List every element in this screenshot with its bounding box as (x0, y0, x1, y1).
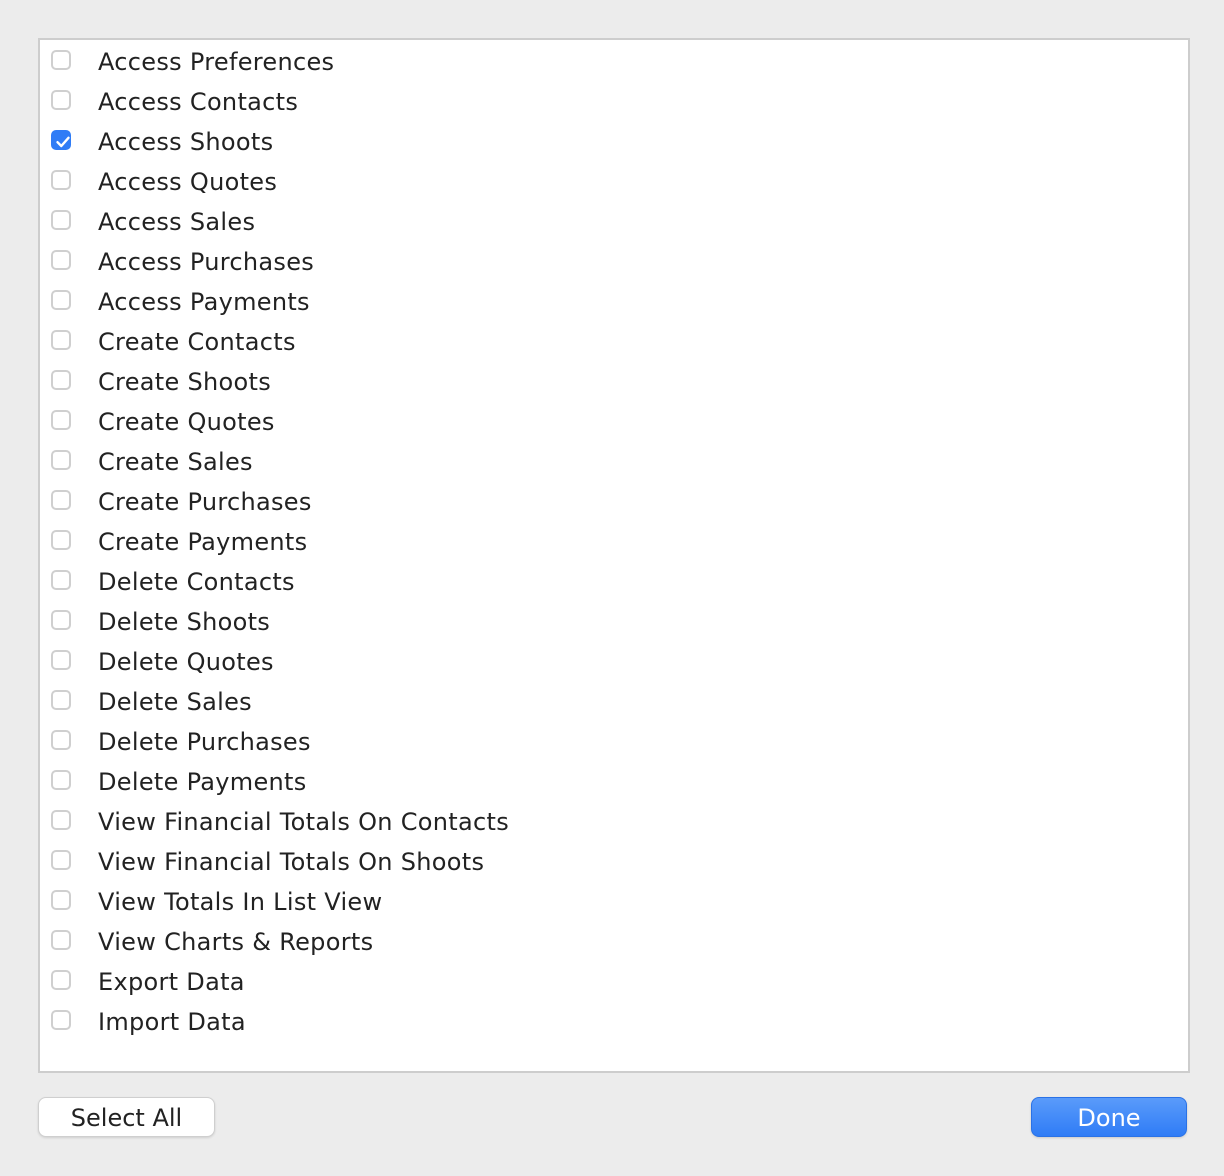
permission-row[interactable]: Create Purchases (40, 481, 1188, 521)
permission-row[interactable]: Create Sales (40, 441, 1188, 481)
permission-label: Delete Contacts (98, 568, 295, 596)
permission-label: Create Sales (98, 448, 253, 476)
checkbox-unchecked[interactable] (51, 690, 71, 710)
checkbox-unchecked[interactable] (51, 210, 71, 230)
permission-row[interactable]: View Financial Totals On Shoots (40, 841, 1188, 881)
permission-label: Create Shoots (98, 368, 272, 396)
checkbox-unchecked[interactable] (51, 90, 71, 110)
permission-label: Access Payments (98, 288, 310, 316)
checkbox-unchecked[interactable] (51, 490, 71, 510)
checkbox-unchecked[interactable] (51, 650, 71, 670)
permission-label: Delete Payments (98, 768, 307, 796)
permission-row[interactable]: Create Payments (40, 521, 1188, 561)
permission-row[interactable]: Export Data (40, 961, 1188, 1001)
checkbox-unchecked[interactable] (51, 930, 71, 950)
permission-label: Export Data (98, 968, 245, 996)
checkbox-unchecked[interactable] (51, 770, 71, 790)
permission-label: Access Purchases (98, 248, 315, 276)
checkbox-unchecked[interactable] (51, 1010, 71, 1030)
permission-label: View Financial Totals On Shoots (98, 848, 485, 876)
checkbox-unchecked[interactable] (51, 530, 71, 550)
permission-label: Delete Shoots (98, 608, 271, 636)
checkbox-unchecked[interactable] (51, 290, 71, 310)
checkbox-unchecked[interactable] (51, 890, 71, 910)
checkbox-unchecked[interactable] (51, 250, 71, 270)
checkbox-unchecked[interactable] (51, 730, 71, 750)
permission-row[interactable]: Access Quotes (40, 161, 1188, 201)
checkbox-unchecked[interactable] (51, 370, 71, 390)
checkbox-unchecked[interactable] (51, 610, 71, 630)
checkbox-unchecked[interactable] (51, 170, 71, 190)
checkbox-unchecked[interactable] (51, 970, 71, 990)
permission-row[interactable]: Access Payments (40, 281, 1188, 321)
permission-label: Access Contacts (98, 88, 299, 116)
permission-label: Delete Sales (98, 688, 252, 716)
permission-row[interactable]: View Charts & Reports (40, 921, 1188, 961)
permission-row[interactable]: Create Quotes (40, 401, 1188, 441)
permission-row[interactable]: Delete Sales (40, 681, 1188, 721)
permission-row[interactable]: Delete Payments (40, 761, 1188, 801)
permission-row[interactable]: Delete Purchases (40, 721, 1188, 761)
permission-row[interactable]: Delete Quotes (40, 641, 1188, 681)
permission-label: Delete Purchases (98, 728, 311, 756)
permission-label: Access Quotes (98, 168, 278, 196)
permission-label: Create Purchases (98, 488, 312, 516)
permission-label: Access Preferences (98, 48, 335, 76)
permission-row[interactable]: Access Sales (40, 201, 1188, 241)
select-all-button[interactable]: Select All (38, 1097, 215, 1137)
permission-row[interactable]: Create Shoots (40, 361, 1188, 401)
checkbox-unchecked[interactable] (51, 330, 71, 350)
permission-row[interactable]: Import Data (40, 1001, 1188, 1041)
permission-label: Access Sales (98, 208, 256, 236)
checkbox-unchecked[interactable] (51, 850, 71, 870)
permission-label: Import Data (98, 1008, 246, 1036)
checkbox-unchecked[interactable] (51, 810, 71, 830)
permission-row[interactable]: Access Preferences (40, 41, 1188, 81)
checkbox-checked[interactable] (51, 130, 71, 150)
permission-row[interactable]: Access Shoots (40, 121, 1188, 161)
permission-label: Create Quotes (98, 408, 275, 436)
permission-row[interactable]: Access Contacts (40, 81, 1188, 121)
permission-row[interactable]: Create Contacts (40, 321, 1188, 361)
permission-row[interactable]: Delete Shoots (40, 601, 1188, 641)
permission-row[interactable]: View Financial Totals On Contacts (40, 801, 1188, 841)
checkmark-icon (56, 136, 70, 148)
checkbox-unchecked[interactable] (51, 570, 71, 590)
permission-label: Access Shoots (98, 128, 274, 156)
permission-row[interactable]: Delete Contacts (40, 561, 1188, 601)
checkbox-unchecked[interactable] (51, 50, 71, 70)
permission-label: Delete Quotes (98, 648, 274, 676)
permission-label: View Totals In List View (98, 888, 383, 916)
permissions-list: Access Preferences Access Contacts Access … (38, 38, 1190, 1073)
permission-label: View Charts & Reports (98, 928, 374, 956)
permission-label: Create Contacts (98, 328, 296, 356)
permission-label: Create Payments (98, 528, 308, 556)
permission-row[interactable]: View Totals In List View (40, 881, 1188, 921)
permission-row[interactable]: Access Purchases (40, 241, 1188, 281)
permission-label: View Financial Totals On Contacts (98, 808, 509, 836)
checkbox-unchecked[interactable] (51, 410, 71, 430)
checkbox-unchecked[interactable] (51, 450, 71, 470)
done-button[interactable]: Done (1031, 1097, 1187, 1137)
